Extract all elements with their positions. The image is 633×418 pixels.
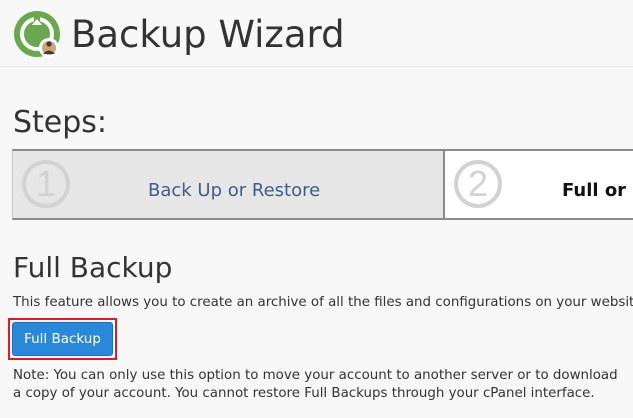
page-title: Backup Wizard bbox=[71, 13, 345, 56]
step-back-up-or-restore[interactable]: 1 Back Up or Restore bbox=[12, 149, 445, 220]
backup-wizard-icon bbox=[14, 11, 60, 58]
section-heading: Full Backup bbox=[13, 251, 173, 284]
full-backup-button[interactable]: Full Backup bbox=[12, 322, 113, 356]
step-1-label: Back Up or Restore bbox=[148, 180, 321, 201]
page-header: Backup Wizard bbox=[0, 0, 633, 67]
step-2-label: Full or P bbox=[562, 180, 633, 201]
feature-description: This feature allows you to create an arc… bbox=[13, 295, 633, 310]
backup-note: Note: You can only use this option to mo… bbox=[13, 368, 618, 401]
step-1-number-circle: 1 bbox=[22, 160, 70, 208]
steps-heading: Steps: bbox=[13, 105, 108, 140]
step-2-number-circle: 2 bbox=[454, 160, 502, 208]
steps-progress: 1 Back Up or Restore 2 Full or P bbox=[12, 149, 633, 220]
step-full-or-partial: 2 Full or P bbox=[445, 149, 633, 220]
